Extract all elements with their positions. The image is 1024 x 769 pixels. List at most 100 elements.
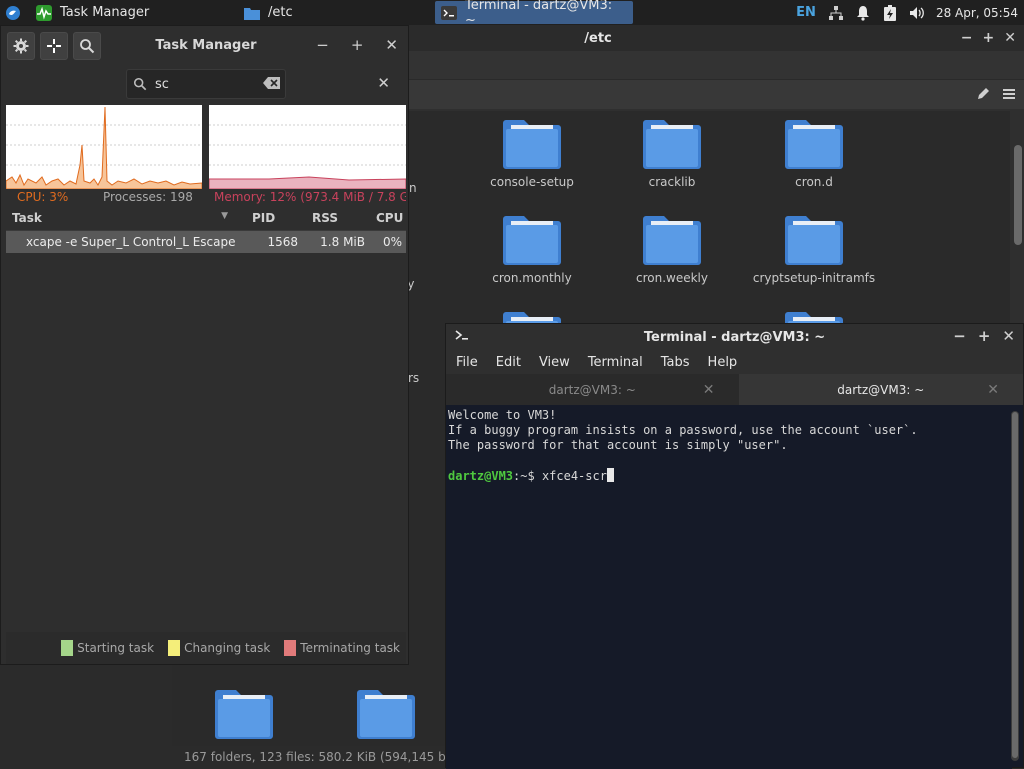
changing-task-swatch	[168, 640, 181, 656]
task-manager-header[interactable]: Task Manager − + ✕	[1, 26, 408, 66]
folder-item[interactable]: cron.d	[744, 117, 884, 189]
battery-icon[interactable]	[882, 4, 898, 21]
terminal-scrollbar[interactable]	[1011, 411, 1019, 761]
terminal-tab[interactable]: dartz@VM3: ~ ✕	[446, 374, 739, 405]
column-header-task[interactable]: Task ▼	[6, 211, 236, 225]
folder-icon	[357, 687, 415, 739]
terminal-menubar: File Edit View Terminal Tabs Help	[446, 350, 1023, 374]
folder-label: cron.monthly	[492, 271, 572, 285]
keyboard-layout-indicator[interactable]: EN	[796, 5, 816, 20]
text-cursor	[606, 468, 614, 482]
clock[interactable]: 28 Apr, 05:54	[936, 6, 1018, 20]
close-tab-icon[interactable]: ✕	[987, 382, 999, 398]
menu-icon[interactable]	[1002, 87, 1016, 104]
tab-label: dartz@VM3: ~	[837, 382, 925, 397]
folder-icon	[503, 117, 561, 169]
folder-item[interactable]: cron.monthly	[462, 213, 602, 285]
maximize-button[interactable]: +	[351, 36, 364, 54]
folder-item[interactable]	[174, 687, 314, 739]
settings-button[interactable]	[7, 32, 35, 60]
system-tray: EN 28 Apr, 05:54	[796, 0, 1024, 25]
task-pid: 1568	[267, 235, 298, 249]
folder-item[interactable]: cracklib	[602, 117, 742, 189]
search-input[interactable]: sc	[126, 69, 286, 99]
folder-item[interactable]: cron.weekly	[602, 213, 742, 285]
close-tab-icon[interactable]: ✕	[703, 382, 715, 398]
column-header-cpu[interactable]: CPU	[346, 211, 406, 225]
search-icon	[80, 39, 95, 54]
taskbar-item-files[interactable]: /etc	[238, 0, 428, 25]
legend-starting: Starting task	[77, 641, 155, 655]
task-name: xcape -e Super_L Control_L Escape	[26, 235, 236, 249]
notification-bell-icon[interactable]	[855, 5, 871, 21]
folder-icon	[643, 213, 701, 265]
taskbar-item-label: Task Manager	[60, 5, 150, 20]
minimize-button[interactable]: −	[953, 327, 966, 345]
close-search-button[interactable]: ✕	[377, 74, 390, 92]
close-button[interactable]: ✕	[1004, 30, 1016, 46]
menu-edit[interactable]: Edit	[496, 355, 521, 370]
legend-terminating: Terminating task	[300, 641, 400, 655]
terminal-tab-active[interactable]: dartz@VM3: ~ ✕	[738, 374, 1023, 405]
search-button[interactable]	[73, 32, 101, 60]
task-legend: Starting task Changing task Terminating …	[6, 632, 406, 664]
memory-usage-area	[208, 176, 407, 190]
menu-file[interactable]: File	[456, 355, 478, 370]
tab-label: dartz@VM3: ~	[548, 382, 636, 397]
menu-view[interactable]: View	[539, 355, 570, 370]
terminal-output[interactable]: Welcome to VM3! If a buggy program insist…	[446, 405, 1012, 769]
cpu-usage-area	[5, 106, 203, 190]
resource-graphs: CPU: 3% Processes: 198 Memory: 12% (973.…	[5, 105, 407, 204]
close-button[interactable]: ✕	[385, 36, 398, 54]
output-line: The password for that account is simply …	[448, 438, 788, 452]
output-line: Welcome to VM3!	[448, 408, 557, 422]
search-icon	[133, 77, 147, 91]
close-button[interactable]: ✕	[1002, 327, 1015, 345]
folder-label: cracklib	[648, 175, 696, 189]
menu-help[interactable]: Help	[708, 355, 738, 370]
search-value: sc	[155, 76, 169, 92]
taskbar-item-terminal[interactable]: Terminal - dartz@VM3: ~	[435, 0, 633, 28]
folder-item[interactable]: console-setup	[462, 117, 602, 189]
typed-command: xfce4-scr	[541, 469, 607, 483]
processes-count-label: Processes: 198	[103, 190, 193, 204]
identify-window-button[interactable]	[40, 32, 68, 60]
maximize-button[interactable]: +	[983, 30, 995, 46]
folder-item[interactable]: cryptsetup-initramfs	[744, 213, 884, 285]
network-icon[interactable]	[828, 5, 844, 21]
prompt-line: dartz@VM3:~$ xfce4-scr	[448, 468, 1010, 484]
terminal-tabs: dartz@VM3: ~ ✕ dartz@VM3: ~ ✕	[446, 374, 1023, 405]
clear-search-icon[interactable]	[263, 76, 281, 93]
folder-label-partial: rs	[408, 371, 420, 385]
window-title: Task Manager	[155, 38, 257, 53]
taskbar-item-label: Terminal - dartz@VM3: ~	[465, 0, 613, 28]
edit-location-icon[interactable]	[976, 87, 990, 104]
taskbar-item-task-manager[interactable]: Task Manager	[0, 0, 220, 25]
menu-terminal[interactable]: Terminal	[588, 355, 643, 370]
scrollbar-thumb[interactable]	[1012, 412, 1018, 758]
task-manager-window: Task Manager − + ✕ sc ✕ CPU: 3% Processe…	[0, 25, 409, 665]
folder-icon	[244, 5, 260, 21]
column-label: Task	[12, 210, 42, 225]
maximize-button[interactable]: +	[978, 327, 991, 345]
crosshair-icon	[47, 39, 61, 53]
volume-icon[interactable]	[909, 5, 925, 21]
column-header-rss[interactable]: RSS	[276, 211, 346, 225]
column-header-pid[interactable]: PID	[236, 211, 276, 225]
cpu-graph	[5, 105, 203, 190]
top-panel: Task Manager /etc Terminal - dartz@VM3: …	[0, 0, 1024, 28]
menu-tabs[interactable]: Tabs	[661, 355, 690, 370]
taskbar-item-label: /etc	[268, 5, 293, 20]
minimize-button[interactable]: −	[961, 30, 973, 46]
minimize-button[interactable]: −	[316, 36, 329, 54]
folder-label-partial: n	[409, 181, 417, 195]
folder-item[interactable]	[316, 687, 456, 739]
terminal-titlebar[interactable]: Terminal - dartz@VM3: ~ − + ✕	[446, 324, 1023, 350]
folder-icon	[785, 117, 843, 169]
terminal-icon	[454, 327, 470, 347]
folder-icon	[643, 117, 701, 169]
table-row[interactable]: xcape -e Super_L Control_L Escape 1568 1…	[6, 231, 406, 253]
gear-icon	[13, 38, 29, 54]
folder-label: console-setup	[490, 175, 574, 189]
vertical-scrollbar[interactable]	[1014, 145, 1022, 245]
